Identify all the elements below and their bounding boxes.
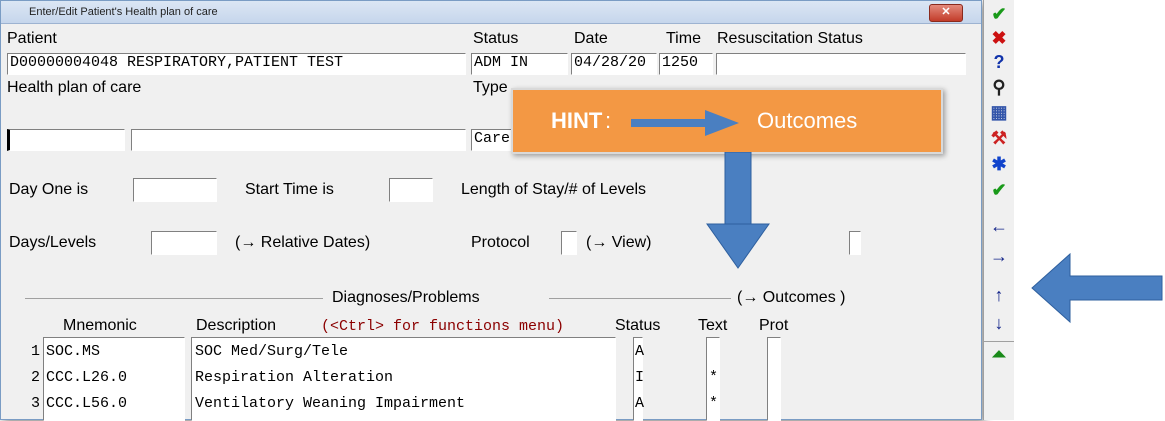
days-levels-label: Days/Levels: [9, 234, 97, 251]
close-button[interactable]: ✕: [929, 4, 963, 22]
status-header: Status: [615, 317, 661, 334]
row-number: 3: [31, 395, 41, 412]
row-number: 2: [31, 369, 41, 386]
time-label: Time: [666, 30, 701, 47]
hint-callout: HINT : Outcomes: [511, 88, 943, 154]
extra-checkbox[interactable]: [849, 231, 861, 255]
time-field[interactable]: 1250: [659, 53, 713, 75]
date-label: Date: [574, 30, 608, 47]
row-mnemonic: CCC.L56.0: [46, 395, 128, 412]
resuscitation-field[interactable]: [716, 53, 966, 75]
outcomes-link[interactable]: (→ Outcomes ): [737, 289, 845, 307]
tools-icon[interactable]: ⚒: [984, 126, 1014, 150]
relative-dates-link[interactable]: (→ Relative Dates): [235, 234, 370, 252]
row-status: I: [635, 369, 645, 386]
description-header: Description: [196, 317, 277, 334]
binoculars-icon[interactable]: ⚲: [984, 75, 1014, 99]
resuscitation-label: Resuscitation Status: [717, 30, 863, 47]
functions-menu-hint: (<Ctrl> for functions menu): [321, 318, 565, 335]
window-title: Enter/Edit Patient's Health plan of care: [29, 6, 218, 18]
view-link[interactable]: (→ View): [586, 234, 652, 252]
help-icon[interactable]: ?: [984, 50, 1014, 74]
row-description: Respiration Alteration: [195, 369, 394, 386]
diagnoses-label: Diagnoses/Problems: [332, 289, 480, 306]
patient-label: Patient: [7, 30, 57, 47]
page-up-icon[interactable]: ⏶: [984, 341, 1014, 366]
row-status: A: [635, 343, 645, 360]
row-number: 1: [31, 343, 41, 360]
care-plan-window: Enter/Edit Patient's Health plan of care…: [0, 0, 982, 421]
vertical-toolbar: ✔ ✖ ? ⚲ ▦ ⚒ ✱ ✔ ← → ↑ ↓ ⏶: [983, 0, 1014, 420]
status-label: Status: [473, 30, 519, 47]
health-plan-label: Health plan of care: [7, 79, 142, 96]
asterisk-icon[interactable]: ✱: [984, 152, 1014, 176]
row-mnemonic: CCC.L26.0: [46, 369, 128, 386]
day-one-label: Day One is: [9, 181, 89, 198]
down-arrow-icon: [706, 152, 770, 269]
length-stay-label: Length of Stay/# of Levels: [461, 181, 647, 198]
start-time-label: Start Time is: [245, 181, 334, 198]
protocol-label: Protocol: [471, 234, 530, 251]
check-all-icon[interactable]: ✔: [984, 178, 1014, 202]
status-field[interactable]: ADM IN: [471, 53, 568, 75]
pointer-arrow-icon: [1031, 252, 1163, 324]
day-one-field[interactable]: [133, 178, 217, 202]
ok-check-icon[interactable]: ✔: [984, 2, 1014, 26]
text-header: Text: [698, 317, 728, 334]
start-time-field[interactable]: [389, 178, 433, 202]
row-text: *: [709, 369, 719, 386]
date-field[interactable]: 04/28/20: [571, 53, 657, 75]
title-bar: Enter/Edit Patient's Health plan of care…: [1, 1, 981, 24]
hint-arrow-icon: [631, 110, 739, 136]
type-label: Type: [473, 79, 508, 96]
separator-right: [549, 298, 731, 299]
protocol-field[interactable]: [561, 231, 577, 255]
arrow-left-icon[interactable]: ←: [984, 214, 1014, 238]
row-text: *: [709, 395, 719, 412]
arrow-right-icon[interactable]: →: [984, 244, 1014, 268]
row-mnemonic: SOC.MS: [46, 343, 101, 360]
row-status: A: [635, 395, 645, 412]
patient-field[interactable]: D00000004048 RESPIRATORY,PATIENT TEST: [7, 53, 466, 75]
arrow-up-icon[interactable]: ↑: [984, 283, 1014, 307]
grid-delete-icon[interactable]: ▦: [984, 100, 1014, 124]
days-levels-field[interactable]: [151, 231, 217, 255]
row-description: Ventilatory Weaning Impairment: [195, 395, 466, 412]
row-description: SOC Med/Surg/Tele: [195, 343, 349, 360]
hint-colon: :: [605, 108, 612, 133]
health-plan-code-field[interactable]: [7, 129, 125, 151]
hint-target: Outcomes: [757, 108, 858, 133]
separator-left: [25, 298, 323, 299]
prot-column[interactable]: [767, 337, 781, 421]
prot-header: Prot: [759, 317, 789, 334]
hint-label: HINT: [551, 108, 603, 133]
arrow-down-icon[interactable]: ↓: [984, 311, 1014, 335]
cancel-x-icon[interactable]: ✖: [984, 26, 1014, 50]
health-plan-desc-field[interactable]: [131, 129, 466, 151]
mnemonic-header: Mnemonic: [63, 317, 137, 334]
